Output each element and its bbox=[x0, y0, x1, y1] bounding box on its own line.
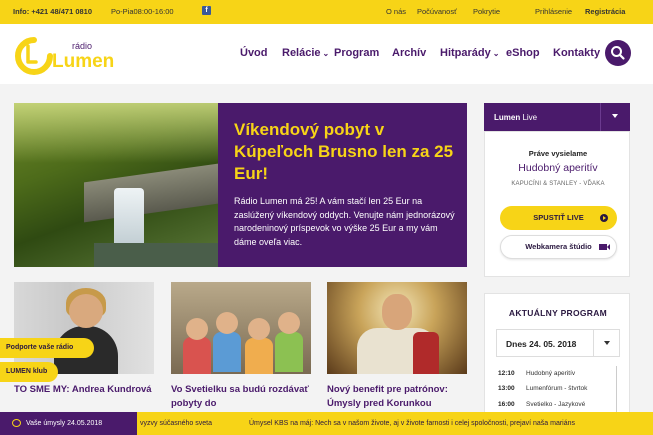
program-row[interactable]: 12:10 Hudobný aperitív bbox=[498, 370, 575, 377]
date-value: Dnes 24. 05. 2018 bbox=[506, 339, 577, 349]
intentions-tag[interactable]: Vaše úmysly 24.05.2018 bbox=[0, 412, 137, 435]
webcam-label: Webkamera štúdio bbox=[525, 242, 592, 251]
nav-eshop[interactable]: eShop bbox=[506, 47, 540, 59]
caret-down-icon bbox=[604, 341, 610, 345]
logo-small-text: rádio bbox=[72, 41, 92, 51]
nav-uvod[interactable]: Úvod bbox=[240, 47, 268, 59]
ticker-message-2: Úmysel KBS na máj: Nech sa v našom život… bbox=[249, 420, 576, 427]
program-row[interactable]: 16:00 Svetielko - Jazykové bbox=[498, 401, 585, 408]
caret-down-icon bbox=[612, 114, 618, 118]
news-ticker: Vaše úmysly 24.05.2018 vyzvy súčasného s… bbox=[0, 412, 653, 435]
login-link[interactable]: Prihlásenie bbox=[535, 7, 572, 16]
program-title: AKTUÁLNY PROGRAM bbox=[508, 308, 608, 318]
nav-hitparady-label: Hitparády bbox=[440, 47, 491, 59]
live-dropdown[interactable]: Lumen Live bbox=[484, 103, 630, 131]
logo-big-text: Lumen bbox=[52, 51, 114, 72]
feature-panel[interactable]: Víkendový pobyt v Kúpeľoch Brusno len za… bbox=[218, 103, 467, 267]
card-image-2[interactable] bbox=[171, 282, 311, 374]
nav-program[interactable]: Program bbox=[334, 47, 379, 59]
office-hours: Po-Pia08:00-16:00 bbox=[111, 7, 174, 16]
webcam-button[interactable]: Webkamera štúdio bbox=[500, 235, 617, 259]
support-radio-button[interactable]: Podporte vaše rádio bbox=[0, 338, 94, 358]
card-title-1[interactable]: TO SME MY: Andrea Kundrová bbox=[14, 383, 164, 397]
play-live-label: SPUSTIŤ LIVE bbox=[533, 213, 584, 222]
register-link[interactable]: Registrácia bbox=[585, 7, 625, 16]
nav-archiv[interactable]: Archív bbox=[392, 47, 426, 59]
nav-relacie[interactable]: Relácie ⌄ bbox=[282, 47, 329, 59]
program-row[interactable]: 13:00 Lumenfórum - štvrtok bbox=[498, 385, 587, 392]
nav-kontakty[interactable]: Kontakty bbox=[553, 47, 600, 59]
current-show: Hudobný aperitív bbox=[518, 162, 598, 174]
feature-title[interactable]: Víkendový pobyt v Kúpeľoch Brusno len za… bbox=[234, 119, 456, 185]
video-camera-icon bbox=[599, 244, 610, 250]
card-image-1[interactable] bbox=[14, 282, 154, 374]
nav-relacie-label: Relácie bbox=[282, 47, 321, 59]
now-playing-label: Práve vysielame bbox=[528, 149, 588, 158]
page: Info: +421 48/471 0810 Po-Pia08:00-16:00… bbox=[0, 0, 653, 435]
play-icon bbox=[600, 214, 608, 222]
live-head-label: Lumen Live bbox=[494, 113, 538, 122]
search-icon bbox=[611, 46, 625, 60]
card-title-2[interactable]: Vo Svetielku sa budú rozdávať pobyty do bbox=[171, 383, 316, 411]
date-select[interactable]: Dnes 24. 05. 2018 bbox=[496, 329, 620, 357]
top-link-o-nas[interactable]: O nás bbox=[386, 7, 406, 16]
card-title-3[interactable]: Nový benefit pre patrónov: Úmysly pred K… bbox=[327, 383, 472, 411]
facebook-icon[interactable]: f bbox=[202, 6, 211, 15]
ticker-message-1: vyzvy súčasného sveta bbox=[140, 420, 212, 427]
live-box: Práve vysielame Hudobný aperitív KAPUCÍN… bbox=[484, 131, 630, 277]
current-track: KAPUCÍNI & STANLEY - VĎAKA bbox=[511, 181, 605, 187]
top-link-pokrytie[interactable]: Pokrytie bbox=[473, 7, 500, 16]
chevron-down-icon: ⌄ bbox=[492, 49, 500, 58]
intentions-label: Vaše úmysly 24.05.2018 bbox=[26, 420, 103, 427]
nav-hitparady[interactable]: Hitparády ⌄ bbox=[440, 47, 499, 59]
chevron-down-icon: ⌄ bbox=[322, 49, 330, 58]
play-live-button[interactable]: SPUSTIŤ LIVE bbox=[500, 206, 617, 230]
site-header: rádio Lumen Úvod Relácie ⌄ Program Archív… bbox=[0, 24, 653, 84]
feature-text: Rádio Lumen má 25! A vám stačí len 25 Eu… bbox=[234, 196, 455, 247]
top-link-pocuvanost[interactable]: Počúvanosť bbox=[417, 7, 457, 16]
lumen-club-button[interactable]: LUMEN klub bbox=[0, 362, 58, 382]
info-phone: Info: +421 48/471 0810 bbox=[13, 7, 93, 16]
speech-bubble-icon bbox=[12, 419, 21, 427]
radio-lumen-logo[interactable]: rádio Lumen bbox=[14, 36, 114, 76]
search-button[interactable] bbox=[605, 40, 631, 66]
top-info-bar: Info: +421 48/471 0810 Po-Pia08:00-16:00… bbox=[0, 0, 653, 24]
feature-image[interactable] bbox=[14, 103, 218, 267]
card-image-3[interactable] bbox=[327, 282, 467, 374]
